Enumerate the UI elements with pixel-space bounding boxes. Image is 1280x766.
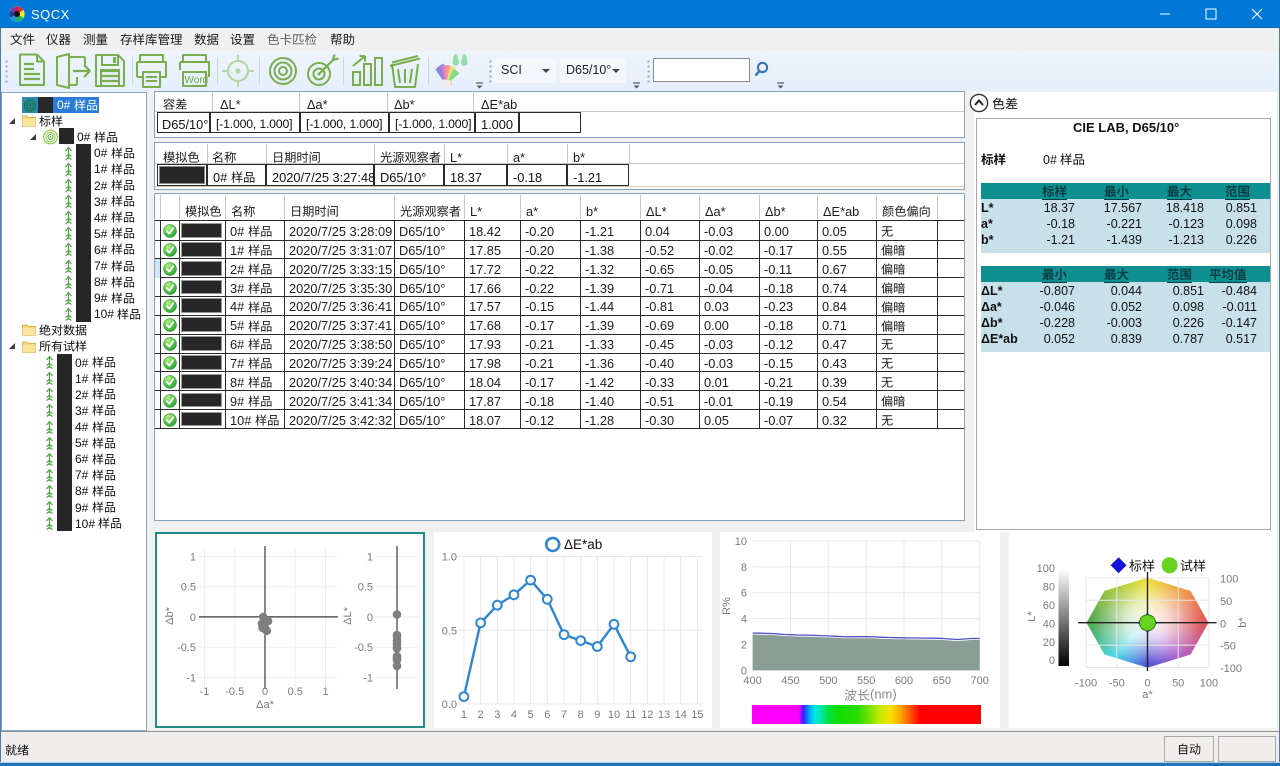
svg-text:50: 50 <box>1220 596 1232 608</box>
svg-text:15: 15 <box>691 709 703 721</box>
svg-text:-100: -100 <box>1220 663 1242 675</box>
svg-text:-1: -1 <box>186 672 196 684</box>
svg-text:13: 13 <box>658 709 670 721</box>
svg-text:60: 60 <box>1043 600 1055 612</box>
svg-text:Word: Word <box>185 75 209 86</box>
svg-text:1: 1 <box>367 551 373 563</box>
svg-text:0.5: 0.5 <box>358 582 373 594</box>
svg-text:11: 11 <box>625 709 636 721</box>
svg-text:0.5: 0.5 <box>442 625 457 637</box>
svg-text:1: 1 <box>322 686 328 698</box>
svg-text:0: 0 <box>1049 655 1055 667</box>
svg-text:1.0: 1.0 <box>442 552 457 564</box>
svg-text:40: 40 <box>1043 618 1055 630</box>
svg-text:-0.5: -0.5 <box>177 642 196 654</box>
svg-text:2: 2 <box>741 639 747 651</box>
svg-text:6: 6 <box>741 588 747 600</box>
svg-text:8: 8 <box>741 562 747 574</box>
svg-text:1: 1 <box>190 551 196 563</box>
svg-text:a*: a* <box>1142 689 1153 701</box>
svg-text:0: 0 <box>262 686 268 698</box>
svg-text:500: 500 <box>819 675 837 687</box>
svg-text:9: 9 <box>594 709 600 721</box>
svg-text:550: 550 <box>857 675 875 687</box>
svg-text:8: 8 <box>578 709 584 721</box>
svg-text:6: 6 <box>544 709 550 721</box>
svg-text:600: 600 <box>895 675 913 687</box>
svg-text:1: 1 <box>461 709 467 721</box>
svg-text:-1: -1 <box>363 672 373 684</box>
svg-text:0: 0 <box>367 612 373 624</box>
svg-text:ΔE*ab: ΔE*ab <box>564 537 602 552</box>
svg-text:80: 80 <box>1043 582 1055 594</box>
svg-text:-50: -50 <box>1109 678 1125 690</box>
svg-text:3: 3 <box>494 709 500 721</box>
svg-text:10: 10 <box>608 709 620 721</box>
svg-text:-0.5: -0.5 <box>225 686 244 698</box>
svg-text:450: 450 <box>781 675 799 687</box>
svg-text:b*: b* <box>1237 617 1249 628</box>
svg-text:L*: L* <box>1026 611 1038 622</box>
svg-text:4: 4 <box>511 709 517 721</box>
svg-text:ΔL*: ΔL* <box>342 606 354 624</box>
svg-text:-1: -1 <box>200 686 210 698</box>
svg-text:50: 50 <box>1172 678 1184 690</box>
svg-text:12: 12 <box>641 709 653 721</box>
svg-text:-50: -50 <box>1220 641 1236 653</box>
svg-text:10: 10 <box>735 536 747 548</box>
svg-text:R%: R% <box>721 597 733 615</box>
svg-text:100: 100 <box>1037 563 1055 575</box>
svg-text:4: 4 <box>741 614 747 626</box>
svg-text:14: 14 <box>675 709 687 721</box>
svg-text:0.0: 0.0 <box>442 699 457 711</box>
svg-text:100: 100 <box>1220 574 1238 586</box>
svg-text:-100: -100 <box>1075 678 1097 690</box>
svg-text:Δb*: Δb* <box>164 606 176 624</box>
svg-text:0: 0 <box>1144 678 1150 690</box>
svg-text:400: 400 <box>743 675 761 687</box>
svg-text:100: 100 <box>1200 678 1218 690</box>
svg-text:-0.5: -0.5 <box>354 642 373 654</box>
svg-text:Δa*: Δa* <box>256 699 274 711</box>
svg-text:0: 0 <box>190 612 196 624</box>
svg-text:2: 2 <box>478 709 484 721</box>
svg-text:5: 5 <box>528 709 534 721</box>
svg-text:7: 7 <box>561 709 567 721</box>
svg-text:650: 650 <box>933 675 951 687</box>
svg-text:0.5: 0.5 <box>288 686 303 698</box>
svg-text:0: 0 <box>1220 618 1226 630</box>
svg-text:0.5: 0.5 <box>181 582 196 594</box>
svg-text:(nm): (nm) <box>870 687 897 702</box>
svg-text:700: 700 <box>971 675 989 687</box>
svg-text:20: 20 <box>1043 637 1055 649</box>
